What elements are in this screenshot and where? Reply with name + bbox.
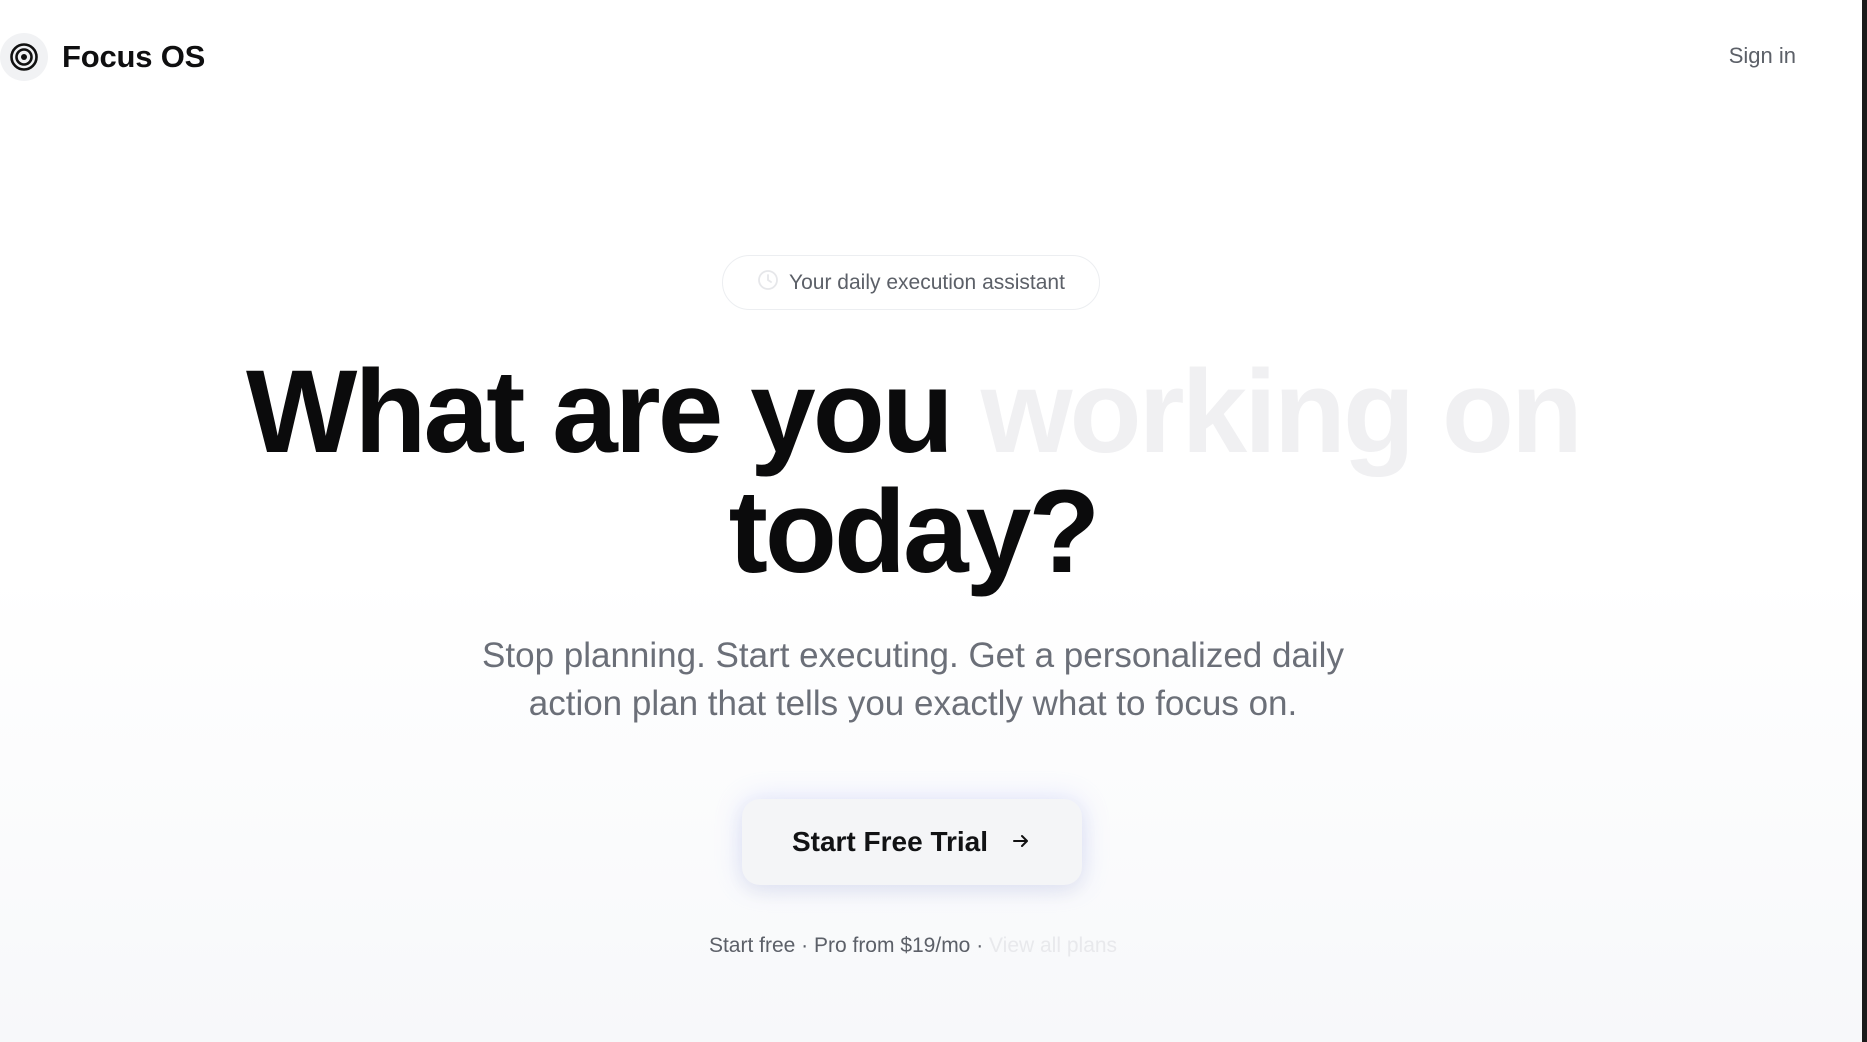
headline-rotating-word: working on: [980, 346, 1583, 478]
brand-name: Focus OS: [62, 39, 206, 74]
start-free-trial-button[interactable]: Start Free Trial: [742, 799, 1082, 885]
subtitle-line-1: Stop planning. Start executing. Get a pe…: [482, 636, 1344, 675]
site-header: Focus OS Sign in: [0, 0, 1860, 114]
hero-subtitle: Stop planning. Start executing. Get a pe…: [330, 632, 1496, 728]
target-icon: [0, 33, 48, 81]
scrollbar[interactable]: [1862, 0, 1867, 1042]
clock-icon: [757, 269, 779, 296]
tagline-text: Your daily execution assistant: [789, 270, 1065, 294]
cta-label: Start Free Trial: [791, 826, 989, 857]
pricing-text: Start free · Pro from $19/mo ·: [708, 934, 990, 957]
tagline-pill: Your daily execution assistant: [722, 255, 1100, 310]
headline-part2: today?: [728, 466, 1101, 598]
brand-logo-link[interactable]: Focus OS: [0, 33, 205, 81]
sign-in-link[interactable]: Sign in: [1729, 43, 1796, 69]
headline-part1: What are you: [246, 346, 954, 478]
subtitle-line-2: action plan that tells you exactly what …: [528, 684, 1298, 723]
pricing-note: Start free · Pro from $19/mo · View all …: [0, 934, 1826, 958]
hero-headline: What are you working on today?: [0, 352, 1826, 592]
view-all-plans-link[interactable]: View all plans: [989, 934, 1117, 957]
arrow-right-icon: [1010, 830, 1032, 855]
